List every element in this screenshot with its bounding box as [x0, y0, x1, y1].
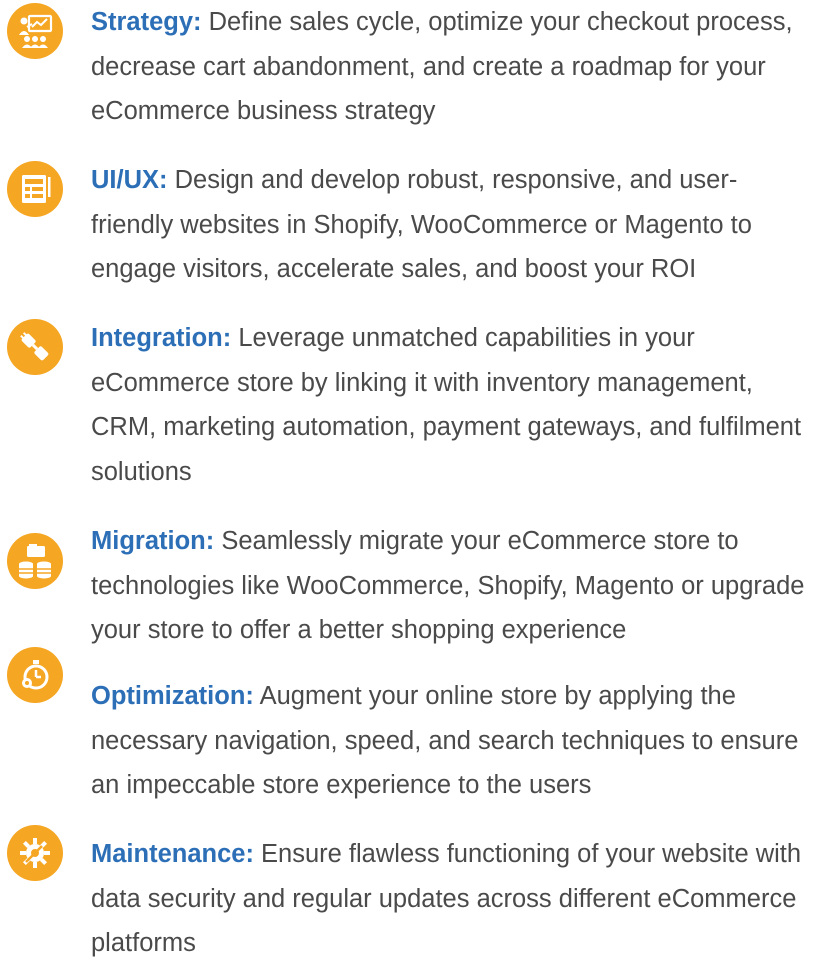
- list-item-description: Design and develop robust, responsive, a…: [91, 166, 752, 283]
- list-item-title: Optimization:: [91, 682, 254, 710]
- list-item-text: Optimization: Augment your online store …: [91, 674, 819, 808]
- list-item-title: Maintenance:: [91, 840, 254, 868]
- list-item-text: Maintenance: Ensure flawless functioning…: [91, 832, 819, 966]
- presentation-icon: [7, 3, 63, 59]
- list-item-text: Strategy: Define sales cycle, optimize y…: [91, 0, 819, 134]
- plug-icon: [7, 319, 63, 375]
- list-item-title: Migration:: [91, 527, 215, 555]
- list-item-text: UI/UX: Design and develop robust, respon…: [91, 158, 819, 292]
- stopwatch-gear-icon: [7, 647, 63, 703]
- gear-wrench-icon: [7, 825, 63, 881]
- list-item-title: Strategy:: [91, 8, 202, 36]
- list-item-title: Integration:: [91, 324, 232, 352]
- list-item-text: Migration: Seamlessly migrate your eComm…: [91, 519, 819, 653]
- database-transfer-icon: [7, 533, 63, 589]
- layout-icon: [7, 161, 63, 217]
- list-item-text: Integration: Leverage unmatched capabili…: [91, 316, 819, 494]
- list-item-title: UI/UX:: [91, 166, 168, 194]
